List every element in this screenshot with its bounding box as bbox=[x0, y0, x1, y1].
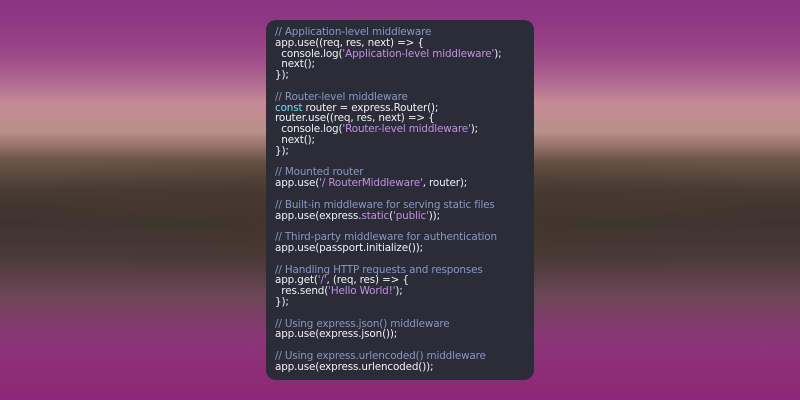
code-line: app.use(express.json()); bbox=[275, 329, 534, 340]
code-token-string: 'Router-level middleware' bbox=[342, 123, 471, 136]
code-line: res.send('Hello World!'); bbox=[275, 286, 534, 297]
code-token-plain: }); bbox=[275, 144, 289, 157]
code-token-string: '/ RouterMiddleware' bbox=[319, 177, 423, 190]
code-token-plain: app.use( bbox=[275, 177, 320, 190]
code-line: app.use('/ RouterMiddleware', router); bbox=[275, 178, 534, 189]
code-line: app.use(express.static('public')); bbox=[275, 209, 534, 222]
code-block: // Application-level middleware app.use((… bbox=[275, 27, 534, 373]
code-token-string: 'public' bbox=[392, 209, 429, 222]
code-token-string: static bbox=[361, 209, 390, 222]
code-line: }); bbox=[275, 70, 534, 81]
code-line: app.use(express.urlencoded()); bbox=[275, 360, 534, 373]
code-token-plain: )); bbox=[428, 209, 440, 222]
code-token-plain: ); bbox=[494, 47, 502, 60]
code-token-plain: app.use(passport.initialize()); bbox=[275, 241, 424, 254]
code-token-plain: }); bbox=[275, 295, 289, 308]
code-line: app.use(passport.initialize()); bbox=[275, 243, 534, 254]
code-token-plain: app.use(express.urlencoded()); bbox=[275, 360, 434, 373]
code-token-string: 'Application-level middleware' bbox=[342, 47, 495, 60]
code-token-plain: }); bbox=[275, 69, 289, 82]
code-line: next(); bbox=[275, 135, 534, 146]
code-snippet-window: // Application-level middleware app.use((… bbox=[266, 20, 534, 380]
code-line: }); bbox=[275, 297, 534, 308]
code-line: }); bbox=[275, 144, 534, 157]
code-token-plain: , router); bbox=[422, 177, 468, 190]
code-line: next(); bbox=[275, 59, 534, 70]
code-token-plain: ); bbox=[470, 123, 478, 136]
code-token-plain: app.use(express.json()); bbox=[275, 328, 398, 341]
code-token-plain: ); bbox=[395, 285, 403, 298]
code-token-plain: app.use(express. bbox=[275, 209, 362, 222]
code-token-string: 'Hello World!' bbox=[328, 285, 396, 298]
